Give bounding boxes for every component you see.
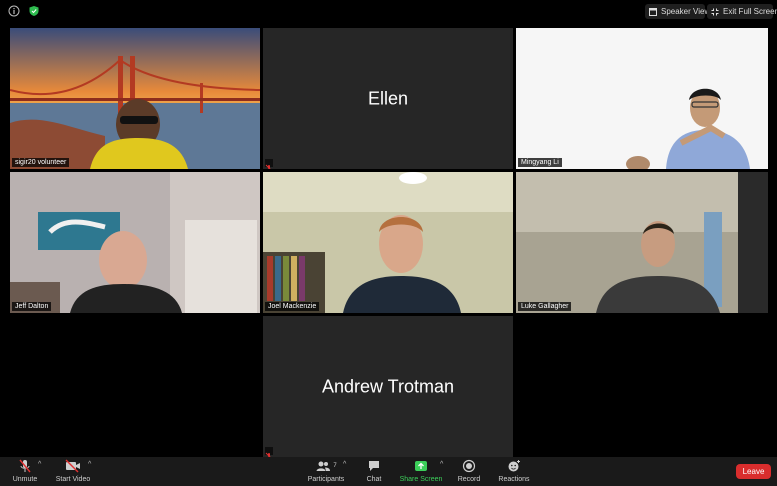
record-icon [462, 459, 476, 473]
exit-full-screen-label: Exit Full Screen [723, 7, 777, 16]
start-video-label: Start Video [55, 476, 91, 483]
top-bar: Speaker View Exit Full Screen [0, 0, 777, 24]
video-tile-sigir20-volunteer[interactable]: sigir20 volunteer [10, 28, 260, 169]
share-screen-button[interactable]: Share Screen [398, 459, 444, 483]
participant-video [10, 28, 260, 169]
exit-full-screen-icon [711, 8, 719, 16]
muted-icon [265, 447, 273, 457]
start-video-button[interactable]: Start Video [54, 459, 92, 483]
microphone-muted-icon [19, 459, 31, 473]
participants-label: Participants [307, 476, 345, 483]
share-screen-options-caret-icon[interactable]: ^ [440, 461, 443, 468]
participants-count: 7 [333, 463, 337, 469]
speaker-view-button[interactable]: Speaker View [645, 4, 710, 19]
speaker-view-label: Speaker View [661, 7, 711, 16]
video-tile-luke-gallagher[interactable]: Luke Gallagher [516, 172, 768, 313]
unmute-label: Unmute [12, 476, 38, 483]
unmute-button[interactable]: Unmute [8, 459, 42, 483]
speaker-view-icon [649, 7, 657, 16]
participants-button[interactable]: 7 Participants [305, 459, 347, 483]
audio-options-caret-icon[interactable]: ^ [38, 461, 41, 468]
participant-name-tag: Joel Mackenzie [265, 302, 320, 311]
reactions-icon [508, 460, 520, 472]
participant-tile-andrew-trotman[interactable]: Andrew Trotman [263, 316, 513, 457]
video-tile-mingyang-li[interactable]: Mingyang Li [516, 28, 768, 169]
share-screen-icon [415, 461, 427, 471]
chat-button[interactable]: Chat [362, 459, 386, 483]
record-label: Record [457, 476, 481, 483]
chat-label: Chat [366, 476, 382, 483]
participant-name-tag: Luke Gallagher [518, 302, 572, 311]
participant-name: Ellen [367, 88, 409, 108]
participant-video [10, 172, 260, 313]
video-tile-jeff-dalton[interactable]: Jeff Dalton [10, 172, 260, 313]
info-icon[interactable] [8, 5, 20, 17]
reactions-label: Reactions [498, 476, 530, 483]
leave-meeting-button[interactable]: Leave [736, 464, 771, 479]
shield-icon[interactable] [28, 5, 40, 17]
video-tile-joel-mackenzie[interactable]: Joel Mackenzie [263, 172, 513, 313]
participants-icon [316, 461, 331, 471]
participant-name: Andrew Trotman [321, 376, 455, 396]
share-screen-label: Share Screen [399, 476, 443, 483]
participants-options-caret-icon[interactable]: ^ [343, 461, 346, 468]
reactions-button[interactable]: Reactions [497, 459, 531, 483]
exit-full-screen-button[interactable]: Exit Full Screen [707, 4, 777, 19]
participant-tile-ellen[interactable]: Ellen [263, 28, 513, 169]
record-button[interactable]: Record [455, 459, 483, 483]
meeting-toolbar: Unmute ^ Start Video ^ 7 Participants ^ [0, 457, 777, 486]
participant-video [516, 28, 768, 169]
participant-video [516, 172, 768, 313]
participant-name-tag: Jeff Dalton [12, 302, 52, 311]
video-options-caret-icon[interactable]: ^ [88, 461, 91, 468]
video-camera-off-icon [65, 459, 80, 473]
participant-video [263, 172, 513, 313]
muted-icon [265, 159, 273, 169]
participant-name-tag: sigir20 volunteer [12, 158, 70, 167]
participant-name-tag: Mingyang Li [518, 158, 562, 167]
chat-icon [369, 461, 379, 471]
